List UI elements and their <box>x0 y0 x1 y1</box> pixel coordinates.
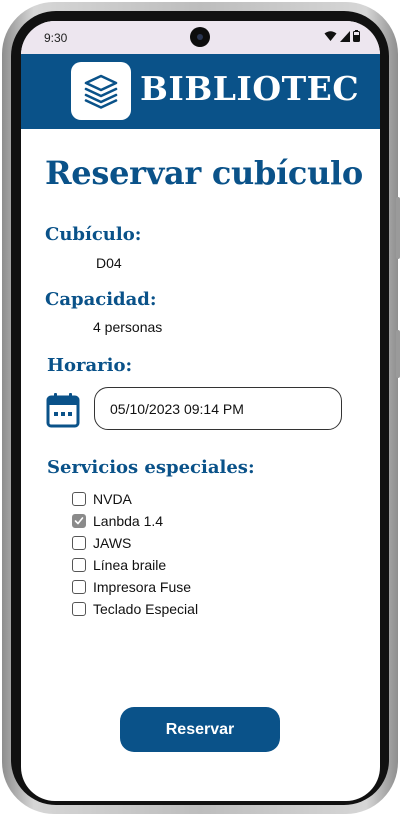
checkbox[interactable] <box>72 536 86 550</box>
app-header: BIBLIOTEC <box>21 54 380 129</box>
checkbox-checked[interactable] <box>72 514 86 528</box>
service-label: NVDA <box>93 491 132 507</box>
signal-icon <box>340 30 350 42</box>
status-icons <box>324 30 360 42</box>
wifi-icon <box>324 30 337 41</box>
datetime-input[interactable] <box>94 387 342 430</box>
service-item-nvda[interactable]: NVDA <box>72 488 198 510</box>
cubicle-value: D04 <box>96 255 122 271</box>
service-label: Lanbda 1.4 <box>93 513 164 529</box>
services-label: Servicios especiales: <box>47 457 255 478</box>
battery-icon <box>353 30 360 42</box>
calendar-icon <box>46 393 80 428</box>
status-time: 9:30 <box>44 31 68 45</box>
page-title: Reservar cubículo <box>45 154 363 192</box>
checkmark-icon <box>74 517 84 525</box>
service-label: Impresora Fuse <box>93 579 192 595</box>
service-label: JAWS <box>93 535 132 551</box>
service-item-linea-braile[interactable]: Línea braile <box>72 554 198 576</box>
screen: 9:30 BIBLIOTEC Reservar cubículo Cubícul… <box>21 21 380 801</box>
service-item-jaws[interactable]: JAWS <box>72 532 198 554</box>
app-logo <box>71 62 131 120</box>
reserve-button[interactable]: Reservar <box>120 707 280 752</box>
checkbox[interactable] <box>72 492 86 506</box>
books-stack-icon <box>84 74 118 109</box>
app-title: BIBLIOTEC <box>140 69 360 108</box>
volume-button <box>396 330 400 378</box>
service-label: Línea braile <box>93 557 167 573</box>
cubicle-label: Cubículo: <box>45 224 142 245</box>
capacity-label: Capacidad: <box>45 289 157 310</box>
status-bar: 9:30 <box>21 21 380 54</box>
schedule-label: Horario: <box>47 355 133 376</box>
checkbox[interactable] <box>72 580 86 594</box>
checkbox[interactable] <box>72 558 86 572</box>
front-camera <box>190 27 210 47</box>
service-item-teclado-especial[interactable]: Teclado Especial <box>72 598 198 620</box>
service-item-lanbda[interactable]: Lanbda 1.4 <box>72 510 198 532</box>
service-label: Teclado Especial <box>93 601 199 617</box>
calendar-button[interactable] <box>46 392 80 428</box>
checkbox[interactable] <box>72 602 86 616</box>
service-item-impresora-fuse[interactable]: Impresora Fuse <box>72 576 198 598</box>
services-checklist: NVDA Lanbda 1.4 JAWS Línea braile Impres… <box>72 488 198 620</box>
power-button <box>396 197 400 259</box>
capacity-value: 4 personas <box>93 319 163 335</box>
